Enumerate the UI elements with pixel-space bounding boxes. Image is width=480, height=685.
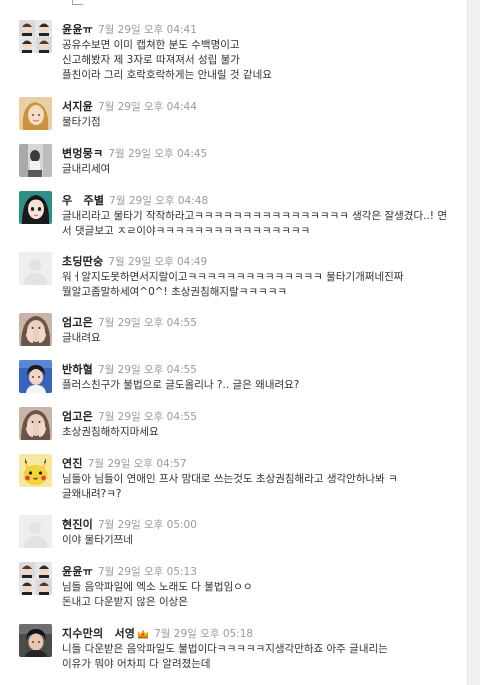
author-name[interactable]: 연진	[62, 457, 83, 470]
author-name[interactable]: 서지윤	[62, 100, 93, 113]
covered-face-avatar-image	[19, 407, 52, 440]
blue-boy-avatar-image	[19, 360, 52, 393]
comment-text: 물타기점	[62, 116, 101, 128]
pikachu-avatar[interactable]	[19, 454, 52, 487]
covered-face-avatar[interactable]	[19, 407, 52, 440]
crown-icon	[137, 626, 149, 642]
two-boys-avatar[interactable]	[19, 562, 52, 595]
comment-time: 7월 29일 오후 04:41	[97, 24, 197, 36]
blonde-girl-avatar-image	[19, 97, 52, 130]
comment-meta: 엄고은 7월 29일 오후 04:55	[62, 313, 197, 329]
comment-time: 7월 29일 오후 04:55	[97, 411, 197, 423]
comment-text: 이야 물타기쯔네	[62, 534, 133, 546]
covered-face-avatar-image	[19, 313, 52, 346]
next-comment-edge	[68, 678, 84, 685]
author-name[interactable]: 엄고은	[62, 410, 93, 423]
comment-meta: 현진이 7월 29일 오후 05:00	[62, 515, 197, 531]
comment-text: 워ㅓ알지도못하면서지랄이고ㅋㅋㅋㅋㅋㅋㅋㅋㅋㅋㅋㅋㅋㅋ 물타기개쩌네진짜 뭘알고…	[62, 271, 404, 298]
comment-time: 7월 29일 오후 05:18	[154, 628, 254, 640]
scrollbar-thumb[interactable]	[470, 0, 477, 685]
comment-time: 7월 29일 오후 04:44	[97, 101, 197, 113]
grey-photo-avatar-image	[19, 144, 52, 177]
default-avatar-image	[19, 252, 52, 285]
author-name[interactable]: 현진이	[62, 518, 93, 531]
author-name[interactable]: 반하혈	[62, 363, 93, 376]
author-name[interactable]: 윤윤ㅠ	[62, 23, 93, 36]
author-name[interactable]: 지수만의 서영	[62, 627, 135, 640]
comment-text: 글내려요	[62, 332, 101, 344]
default-avatar[interactable]	[19, 252, 52, 285]
author-name[interactable]: 초딩딴숭	[62, 255, 103, 268]
covered-face-avatar[interactable]	[19, 313, 52, 346]
anime-girl-avatar-image	[19, 191, 52, 224]
pikachu-avatar-image	[19, 454, 52, 487]
dark-boy-avatar[interactable]	[19, 624, 52, 657]
comment-time: 7월 29일 오후 04:49	[108, 256, 208, 268]
comment-time: 7월 29일 오후 04:55	[97, 364, 197, 376]
author-name[interactable]: 엄고은	[62, 316, 93, 329]
comment-meta: 반하혈 7월 29일 오후 04:55	[62, 360, 197, 376]
comment-text: 공유수보면 이미 캡쳐한 분도 수백명이고 신고해봤자 제 3자로 따져져서 성…	[62, 39, 272, 81]
two-boys-avatar[interactable]	[19, 20, 52, 53]
vertical-scrollbar[interactable]	[467, 0, 480, 685]
comment-meta: 서지윤 7월 29일 오후 04:44	[62, 97, 197, 113]
comment-meta: 연진 7월 29일 오후 04:57	[62, 454, 187, 470]
comment-time: 7월 29일 오후 04:57	[87, 458, 187, 470]
comment-meta: 초딩딴숭 7월 29일 오후 04:49	[62, 252, 207, 268]
default-avatar-image	[19, 515, 52, 548]
comment-text: 글내리라고 물타기 작작하라고ㅋㅋㅋㅋㅋㅋㅋㅋㅋㅋㅋㅋㅋㅋㅋㅋ 생각은 잘생겼다…	[62, 210, 447, 237]
comment-time: 7월 29일 오후 05:13	[97, 566, 197, 578]
comment-text: 플러스친구가 불법으로 글도올리나 ?.. 글은 왜내려요?	[62, 379, 300, 391]
author-name[interactable]: 변멍뭉ㅋ	[62, 147, 103, 160]
blonde-girl-avatar[interactable]	[19, 97, 52, 130]
comment-text: 님들아 님들이 연애인 프사 맘대로 쓰는것도 초상권침해라고 생각안하나봐 ㅋ…	[62, 473, 398, 500]
comment-meta: 윤윤ㅠ 7월 29일 오후 05:13	[62, 562, 197, 578]
comment-time: 7월 29일 오후 04:45	[108, 148, 208, 160]
comment-meta: 엄고은 7월 29일 오후 04:55	[62, 407, 197, 423]
comment-meta: 변멍뭉ㅋ 7월 29일 오후 04:45	[62, 144, 207, 160]
comment-time: 7월 29일 오후 04:48	[109, 195, 209, 207]
blue-boy-avatar[interactable]	[19, 360, 52, 393]
default-avatar[interactable]	[19, 515, 52, 548]
two-boys-avatar-image	[19, 20, 52, 53]
dark-boy-avatar-image	[19, 624, 52, 657]
comment-text: 초상권침해하지마세요	[62, 426, 159, 438]
comment-meta: 윤윤ㅠ 7월 29일 오후 04:41	[62, 20, 197, 36]
comment-list: 윤윤ㅠ 7월 29일 오후 04:41 공유수보면 이미 캡쳐한 분도 수백명이고…	[0, 0, 468, 685]
grey-photo-avatar[interactable]	[19, 144, 52, 177]
comment-meta: 우 주별 7월 29일 오후 04:48	[62, 191, 208, 207]
two-boys-avatar-image	[19, 562, 52, 595]
comment-meta: 지수만의 서영 7월 29일 오후 05:18	[62, 624, 253, 640]
author-name[interactable]: 윤윤ㅠ	[62, 565, 93, 578]
anime-girl-avatar[interactable]	[19, 191, 52, 224]
comment-text: 님들 음악파일에 엑소 노래도 다 불법임ㅇㅇ 돈내고 다운받지 않은 이상은	[62, 581, 253, 608]
comment-time: 7월 29일 오후 05:00	[97, 519, 197, 531]
comment-text: 니들 다운받은 음악파일도 불법이다ㅋㅋㅋㅋㅋ지생각만하죠 아주 글내리는 이유…	[62, 643, 388, 670]
comment-text: 글내리세여	[62, 163, 111, 175]
comment-time: 7월 29일 오후 04:55	[97, 317, 197, 329]
author-name[interactable]: 우 주별	[62, 194, 104, 207]
